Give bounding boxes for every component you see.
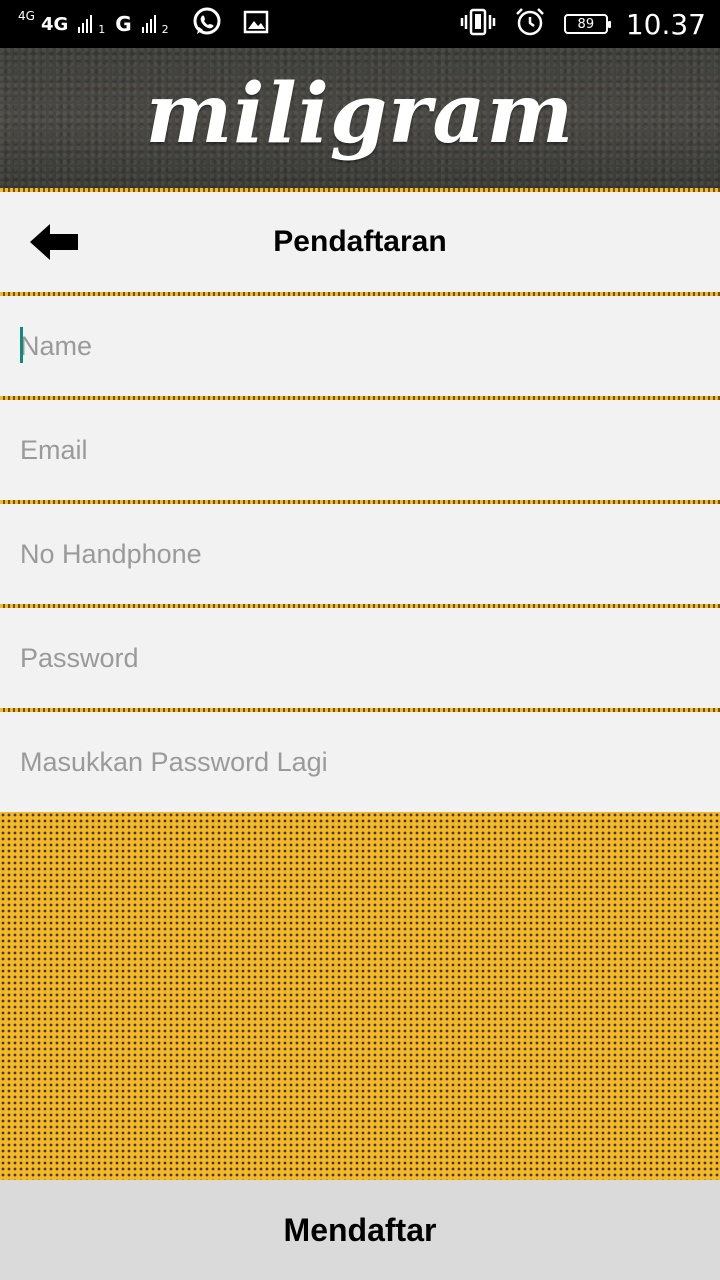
- text-cursor: [20, 327, 23, 363]
- signal-sim2-icon: [141, 15, 156, 33]
- password-confirm-field-container: [0, 712, 720, 812]
- image-icon: [243, 10, 269, 39]
- network-indicators: 4G 4G 1 G 2: [18, 9, 169, 36]
- app-header: miligram: [0, 48, 720, 188]
- email-field-container: [0, 400, 720, 500]
- phone-field-container: [0, 504, 720, 604]
- app-logo: miligram: [145, 66, 575, 162]
- page-title: Pendaftaran: [273, 225, 447, 258]
- password-input[interactable]: [0, 608, 720, 708]
- sim2-label: 2: [161, 23, 169, 36]
- status-bar: 4G 4G 1 G 2 89 10.37: [0, 0, 720, 48]
- email-input[interactable]: [0, 400, 720, 500]
- back-button[interactable]: [28, 222, 80, 262]
- network-type: 4G: [40, 13, 69, 35]
- sim1-label: 1: [98, 23, 106, 36]
- network-type-small: 4G: [18, 9, 35, 23]
- phone-input[interactable]: [0, 504, 720, 604]
- password-confirm-input[interactable]: [0, 712, 720, 812]
- signal-sim1-icon: [78, 15, 93, 33]
- clock: 10.37: [625, 7, 706, 41]
- arrow-left-icon: [30, 224, 78, 260]
- battery-indicator: 89: [563, 14, 611, 34]
- title-bar: Pendaftaran: [0, 192, 720, 292]
- name-input[interactable]: [0, 296, 720, 396]
- alarm-icon: [514, 6, 546, 43]
- whatsapp-icon: [191, 6, 223, 43]
- name-field-container: [0, 296, 720, 396]
- background-pattern: [0, 812, 720, 1180]
- password-field-container: [0, 608, 720, 708]
- vibrate-icon: [460, 8, 496, 41]
- register-button[interactable]: Mendaftar: [0, 1180, 720, 1280]
- network-g: G: [115, 12, 132, 36]
